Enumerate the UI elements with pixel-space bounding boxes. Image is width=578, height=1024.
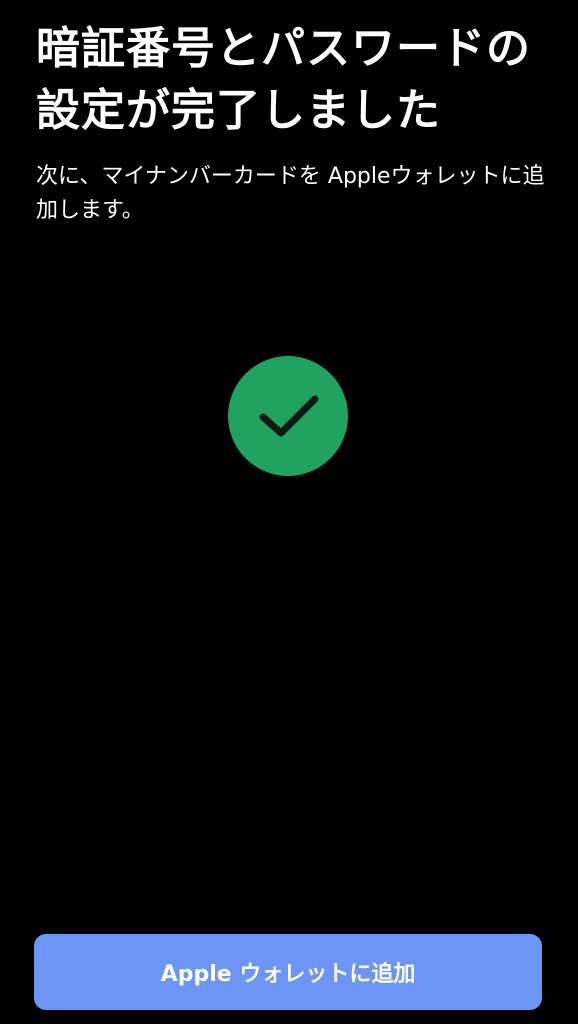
page-title: 暗証番号とパスワードの設定が完了しました <box>36 23 531 136</box>
instruction-text: 次に、マイナンバーカードを Appleウォレットに追加します。 <box>36 164 545 223</box>
checkmark-icon <box>259 395 319 437</box>
success-check-icon <box>228 356 348 476</box>
add-to-apple-wallet-button[interactable]: Apple ウォレットに追加 <box>34 934 542 1010</box>
add-to-apple-wallet-label: Apple ウォレットに追加 <box>160 962 416 987</box>
